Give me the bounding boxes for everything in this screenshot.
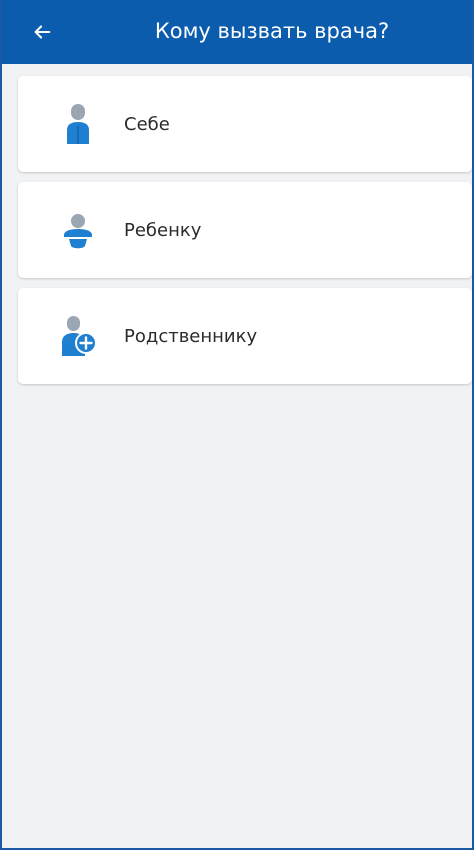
option-relative-label: Родственнику <box>124 325 258 347</box>
app-screen: Кому вызвать врача? Себе Ребенку Родстве… <box>0 0 474 850</box>
option-relative[interactable]: Родственнику <box>18 288 472 384</box>
back-button[interactable] <box>24 14 60 50</box>
top-app-bar: Кому вызвать врача? <box>2 0 472 64</box>
option-self-label: Себе <box>124 113 170 135</box>
option-child[interactable]: Ребенку <box>18 182 472 278</box>
adult-person-icon <box>56 102 100 146</box>
add-relative-icon <box>56 314 100 358</box>
option-child-label: Ребенку <box>124 219 202 241</box>
child-person-icon <box>56 208 100 252</box>
option-self[interactable]: Себе <box>18 76 472 172</box>
recipient-options-list: Себе Ребенку Родственнику <box>18 76 472 394</box>
page-title: Кому вызвать врача? <box>154 19 390 43</box>
arrow-left-icon <box>34 25 51 39</box>
